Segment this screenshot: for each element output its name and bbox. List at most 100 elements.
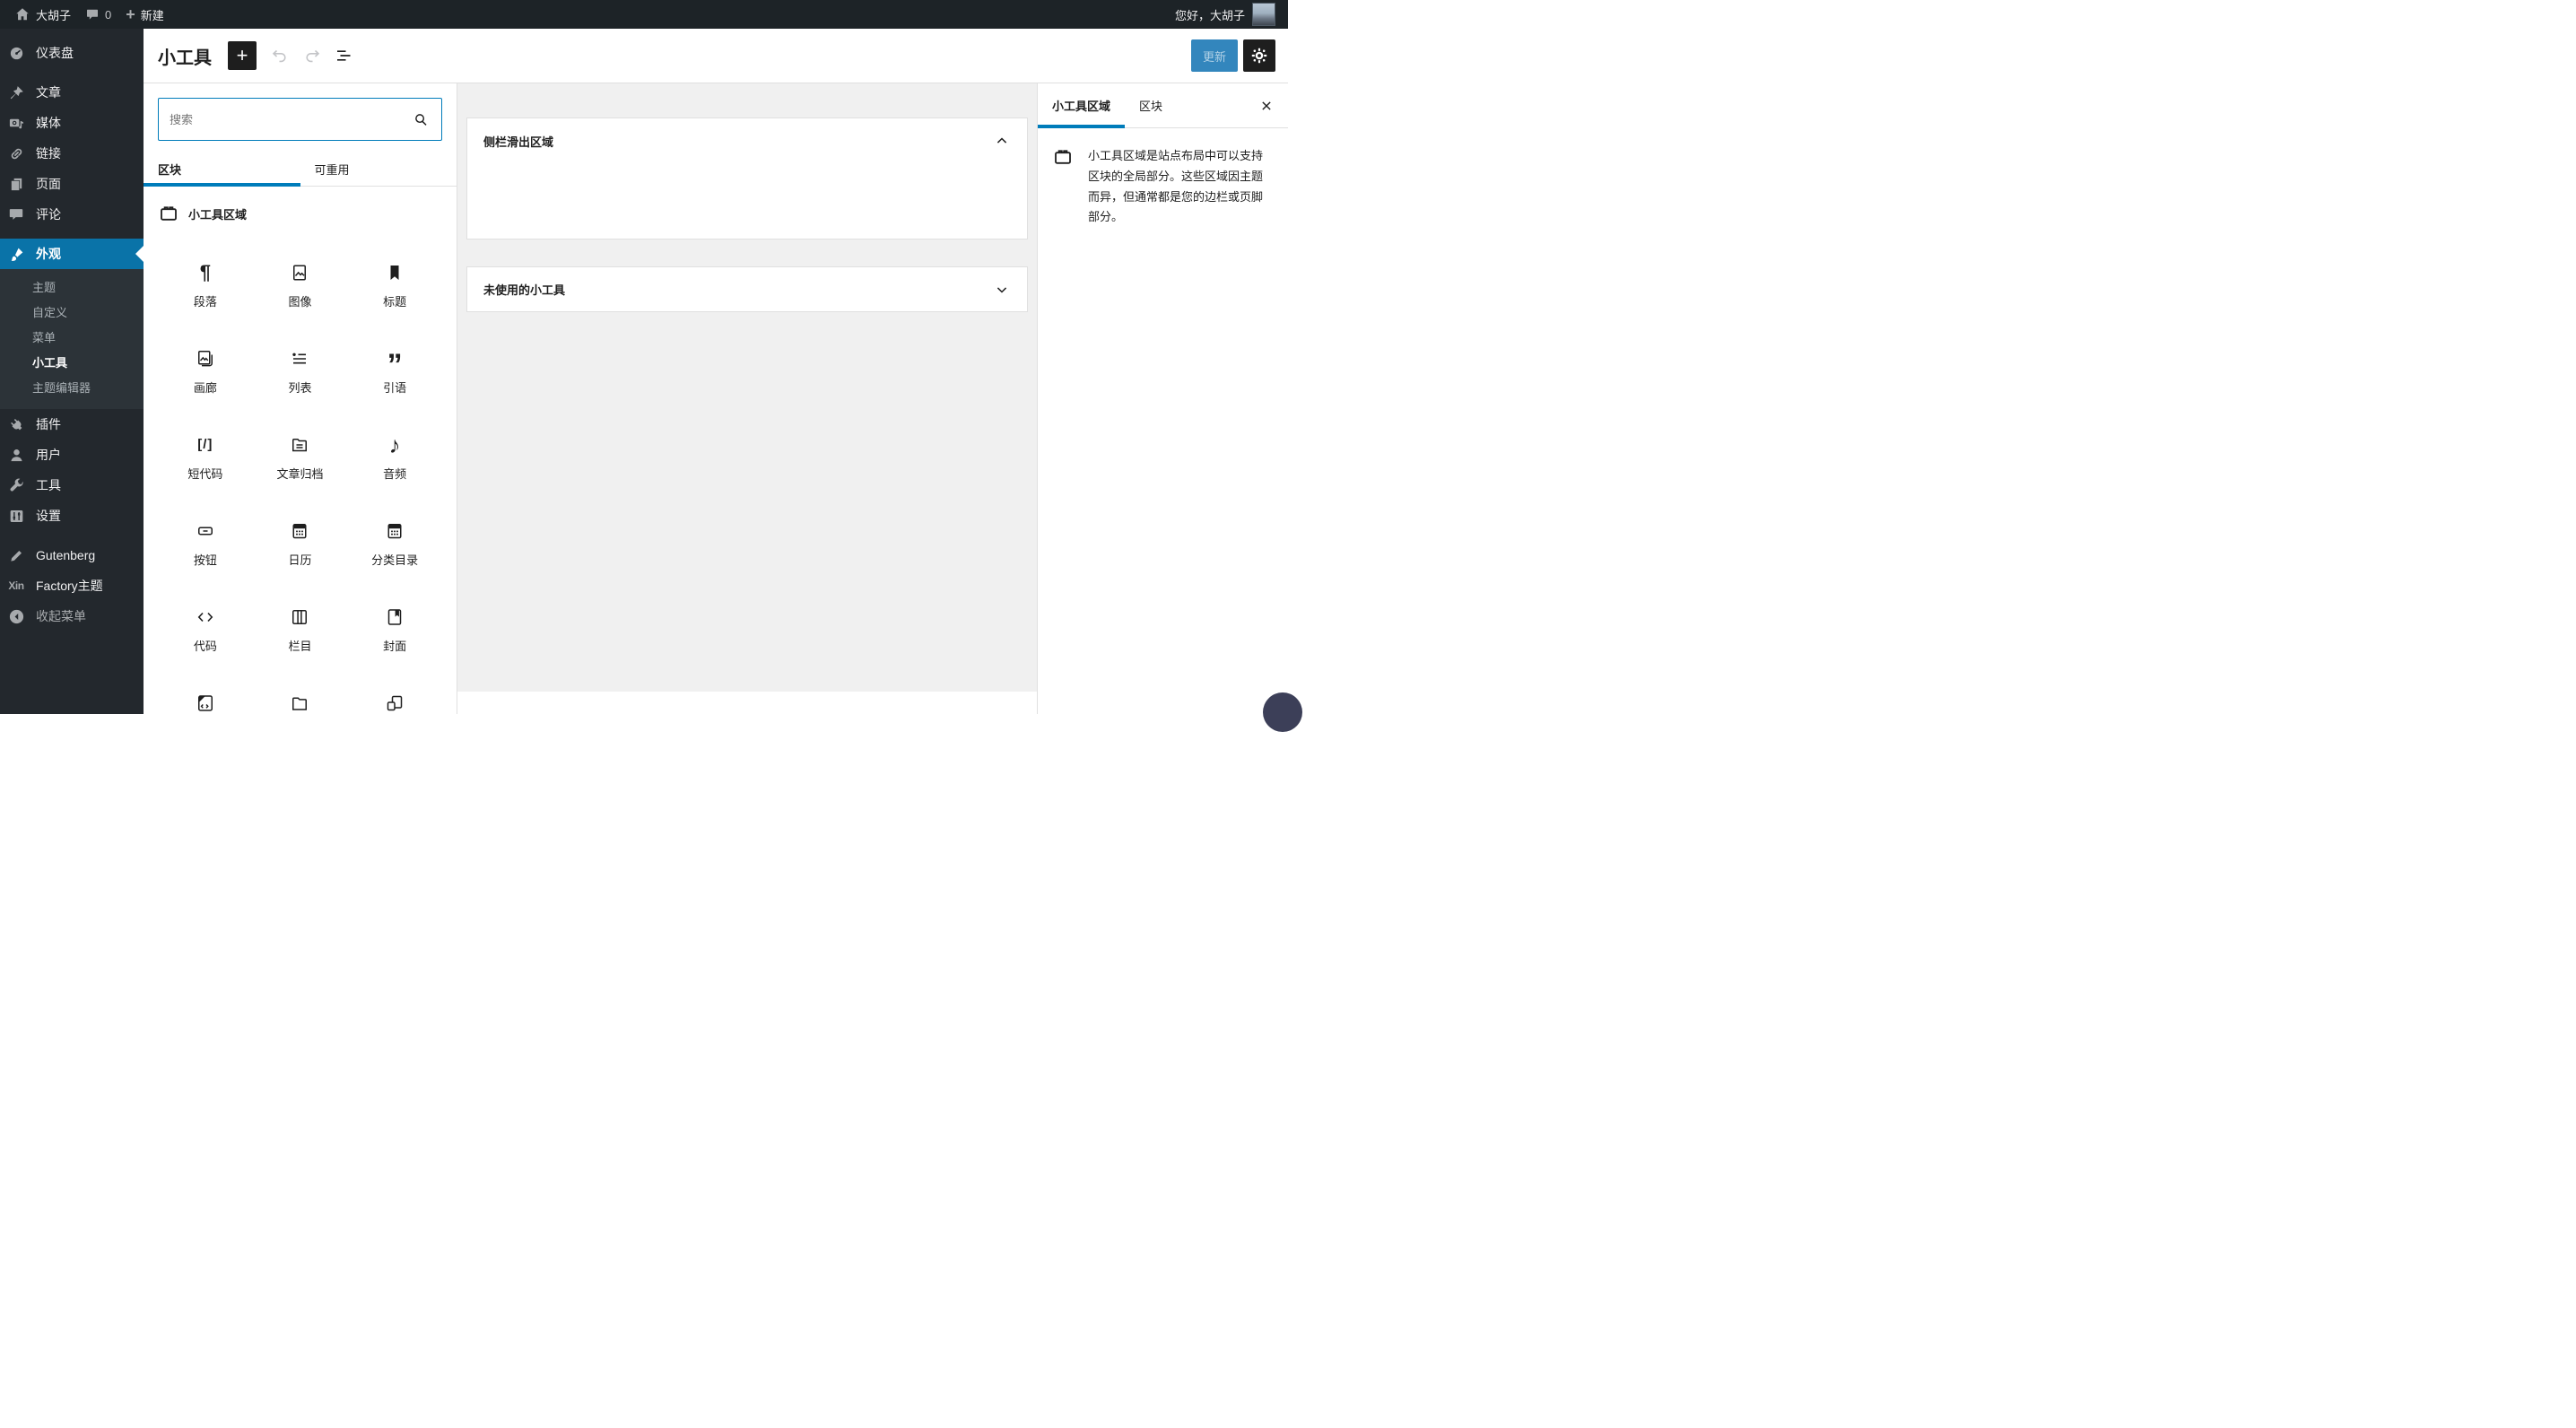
submenu-item-widgets[interactable]: 小工具 (0, 351, 144, 376)
block-item-calendar[interactable]: 日历 (253, 520, 348, 569)
block-item-audio[interactable]: ♪ 音频 (347, 433, 442, 483)
widget-area-title: 未使用的小工具 (483, 283, 566, 297)
plugin-icon (7, 415, 25, 433)
submenu-item-theme-editor[interactable]: 主题编辑器 (0, 376, 144, 401)
home-icon (14, 6, 30, 22)
comment-count: 0 (105, 7, 112, 22)
block-item-quote[interactable]: ” 引语 (347, 348, 442, 396)
search-icon (411, 109, 431, 129)
admin-bar-site-link[interactable]: 大胡子 (7, 0, 78, 29)
sidebar-item-media[interactable]: 媒体 (0, 108, 144, 138)
sidebar-item-collapse-menu[interactable]: 收起菜单 (0, 601, 144, 631)
sidebar-item-posts[interactable]: 文章 (0, 77, 144, 108)
list-view-button[interactable] (328, 39, 361, 72)
block-inserter-button[interactable]: + (228, 41, 257, 70)
block-item-gallery[interactable]: 画廊 (158, 348, 253, 396)
tab-blocks[interactable]: 区块 (144, 152, 300, 187)
block-item-cover[interactable]: 封面 (347, 606, 442, 655)
block-item-label: 段落 (193, 295, 217, 309)
sidebar-item-label: 评论 (36, 207, 61, 222)
image-icon (289, 262, 310, 283)
block-item-label: 按钮 (193, 553, 217, 567)
sidebar-item-dashboard[interactable]: 仪表盘 (0, 38, 144, 68)
settings-tabs: 小工具区域 区块 (1038, 83, 1288, 128)
list-view-icon (334, 45, 355, 66)
button-icon (195, 520, 216, 542)
greeting-text[interactable]: 您好，大胡子 (1175, 6, 1245, 23)
sidebar-item-xin-factory[interactable]: Xin Factory主题 (0, 570, 144, 601)
sidebar-item-label: 设置 (36, 509, 61, 523)
sidebar-item-pages[interactable]: 页面 (0, 169, 144, 199)
submenu-item-menus[interactable]: 菜单 (0, 326, 144, 351)
block-item-label: 短代码 (187, 467, 223, 481)
sidebar-item-appearance[interactable]: 外观 (0, 239, 144, 269)
redo-icon (301, 45, 323, 66)
sidebar-item-plugins[interactable]: 插件 (0, 409, 144, 440)
cover-icon (384, 606, 405, 628)
block-item-categories[interactable]: 分类目录 (347, 520, 442, 569)
block-section-title: 小工具区域 (188, 207, 248, 222)
block-item-label: 日历 (288, 553, 312, 567)
sidebar-item-comments[interactable]: 评论 (0, 199, 144, 230)
appearance-submenu: 主题 自定义 菜单 小工具 主题编辑器 (0, 269, 144, 409)
editor-header: 小工具 + 更新 (144, 29, 1288, 83)
submenu-item-themes[interactable]: 主题 (0, 275, 144, 300)
redo-button[interactable] (296, 39, 328, 72)
sidebar-item-tools[interactable]: 工具 (0, 470, 144, 501)
sliders-icon (7, 507, 25, 525)
update-button[interactable]: 更新 (1190, 39, 1238, 72)
undo-button[interactable] (264, 39, 296, 72)
tab-reusable[interactable]: 可重用 (300, 152, 457, 186)
gallery-icon (195, 348, 216, 370)
pencil-icon (7, 546, 25, 564)
sidebar-item-users[interactable]: 用户 (0, 440, 144, 470)
block-item-group[interactable] (347, 692, 442, 714)
close-settings-button[interactable] (1245, 83, 1288, 127)
custom-html-icon (195, 692, 216, 714)
gear-icon (1249, 46, 1269, 65)
admin-menu: 仪表盘 文章 媒体 链接 页面 评论 外观 主题 自定义 菜单 小工具 主题编辑… (0, 29, 144, 714)
media-icon (7, 114, 25, 132)
settings-button[interactable] (1243, 39, 1275, 72)
block-item-image[interactable]: 图像 (253, 262, 348, 310)
sidebar-item-settings[interactable]: 设置 (0, 501, 144, 531)
submenu-item-customize[interactable]: 自定义 (0, 300, 144, 326)
block-item-label: 音频 (383, 467, 407, 481)
block-item-paragraph[interactable]: ¶ 段落 (158, 262, 253, 310)
sidebar-item-label: Factory主题 (36, 579, 103, 593)
editor-content: 侧栏滑出区域 未使用的小工具 (457, 83, 1037, 714)
widget-area-panel-header[interactable]: 未使用的小工具 (467, 267, 1027, 311)
search-input[interactable] (170, 112, 411, 126)
block-item-heading[interactable]: 标题 (347, 262, 442, 310)
paragraph-icon: ¶ (199, 261, 211, 283)
block-item-columns[interactable]: 栏目 (253, 606, 348, 655)
widgets-canvas: 侧栏滑出区域 未使用的小工具 (457, 83, 1037, 692)
block-item-label: 列表 (288, 381, 312, 395)
block-item-button[interactable]: 按钮 (158, 520, 253, 569)
widget-area-panel-header[interactable]: 侧栏滑出区域 (467, 118, 1027, 163)
block-item-label: 画廊 (193, 381, 217, 395)
block-item-file[interactable] (253, 692, 348, 714)
block-inserter-panel: 区块 可重用 小工具区域 ¶ 段落 (144, 83, 457, 714)
admin-bar-comments[interactable]: 0 (78, 0, 118, 29)
block-item-list[interactable]: 列表 (253, 348, 348, 396)
admin-bar: 大胡子 0 + 新建 您好，大胡子 (0, 0, 1288, 29)
group-icon (384, 692, 405, 714)
sidebar-item-gutenberg[interactable]: Gutenberg (0, 540, 144, 570)
block-item-code[interactable]: 代码 (158, 606, 253, 655)
file-folder-icon (289, 692, 310, 714)
admin-bar-new[interactable]: + 新建 (118, 0, 171, 29)
block-item-custom-html[interactable] (158, 692, 253, 714)
block-item-label: 文章归档 (276, 467, 324, 481)
block-item-label: 标题 (383, 295, 407, 309)
inserter-tabs: 区块 可重用 (144, 152, 457, 187)
block-item-archives[interactable]: 文章归档 (253, 434, 348, 483)
block-item-shortcode[interactable]: [/] 短代码 (158, 434, 253, 483)
sidebar-item-label: 外观 (36, 247, 61, 261)
block-item-label: 代码 (193, 640, 217, 653)
tab-block[interactable]: 区块 (1125, 83, 1177, 127)
sidebar-item-links[interactable]: 链接 (0, 138, 144, 169)
tab-widget-area[interactable]: 小工具区域 (1038, 83, 1126, 128)
comment-bubble-icon (85, 7, 100, 22)
avatar[interactable] (1252, 3, 1275, 26)
